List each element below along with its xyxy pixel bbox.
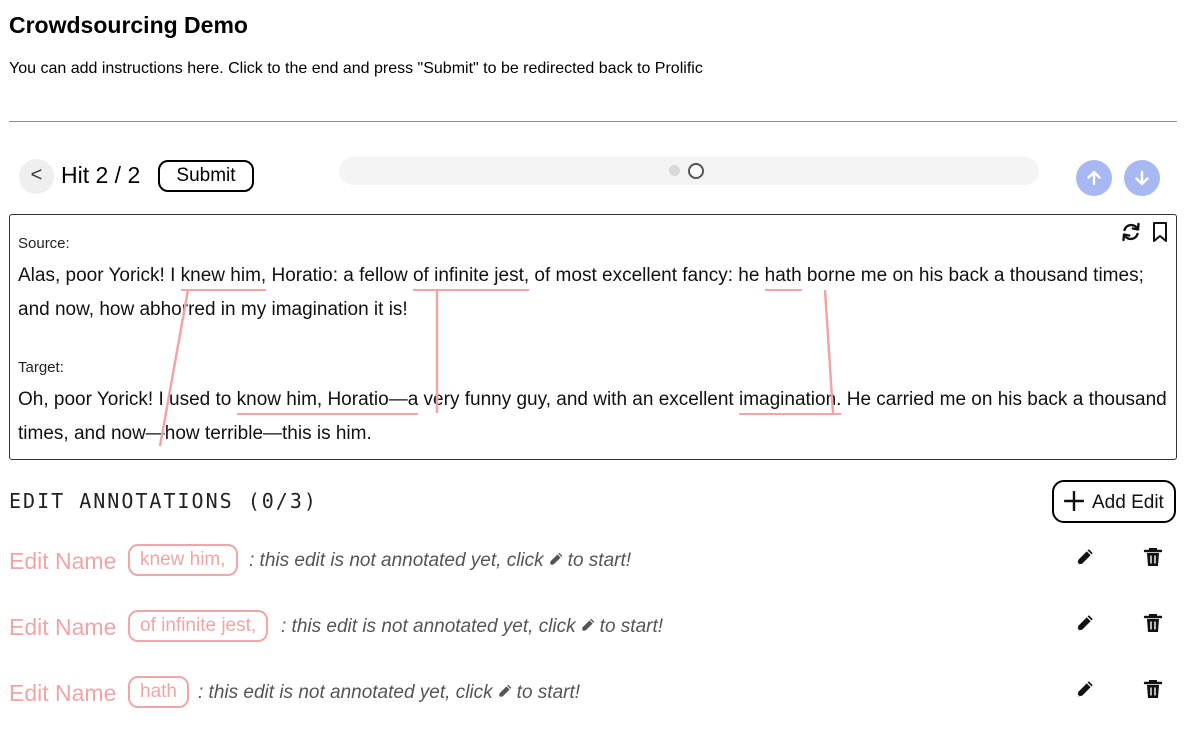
scroll-down-button[interactable] [1124,160,1160,196]
source-label: Source: [18,235,70,252]
prev-hit-button[interactable]: < [19,159,54,194]
pencil-icon [579,616,597,640]
hit-counter: Hit 2 / 2 [61,162,141,188]
source-span[interactable]: knew him, [181,265,267,286]
instructions-text: You can add instructions here. Click to … [9,60,703,77]
target-text[interactable]: Oh, poor Yorick! I used to know him, Hor… [18,383,1168,451]
arrow-down-icon [1135,170,1149,186]
target-span[interactable]: know him, Horatio—a [237,389,419,410]
trash-icon[interactable] [1143,612,1163,639]
edit-row: Edit Name knew him, : this edit is not ann… [9,544,1179,584]
edit-span-chip[interactable]: knew him, [128,544,238,576]
edit-annotation-icon[interactable] [1074,546,1096,573]
edit-status-text: : this edit is not annotated yet, click [198,682,493,703]
bookmark-icon[interactable] [1151,221,1169,243]
arrow-up-icon [1087,170,1101,186]
refresh-icon[interactable] [1120,221,1142,243]
edit-name-label[interactable]: Edit Name [9,680,116,707]
trash-icon[interactable] [1143,546,1163,573]
source-span[interactable]: hath [765,265,802,286]
source-text-segment: Alas, poor Yorick! I [18,265,181,286]
edit-status-message: : this edit is not annotated yet, click t… [281,616,663,640]
edit-status-text: : this edit is not annotated yet, click [281,616,576,637]
source-text-segment: of most excellent fancy: he [529,265,765,286]
pencil-icon [496,682,514,706]
target-text-segment: He carried me on his back a [841,389,1089,410]
target-text-segment: very funny guy, and with an excellent [418,389,739,410]
edit-row: Edit Name of infinite jest, : this edit is… [9,610,1179,650]
annotations-heading: EDIT ANNOTATIONS (0/3) [9,489,318,513]
edit-status-text-end: to start! [516,682,581,703]
edit-status-text-end: to start! [599,616,664,637]
edit-span-chip[interactable]: hath [128,676,189,708]
edit-row: Edit Name hath : this edit is not annotate… [9,676,1179,716]
scroll-up-button[interactable] [1076,160,1112,196]
edit-status-message: : this edit is not annotated yet, click t… [249,550,631,574]
edit-name-label[interactable]: Edit Name [9,548,116,575]
target-text-segment: Oh, poor Yorick! I used to [18,389,237,410]
add-edit-label: Add Edit [1092,492,1164,513]
edit-annotation-icon[interactable] [1074,612,1096,639]
plus-icon [1064,491,1084,511]
target-label: Target: [18,359,64,376]
header-divider [9,121,1177,122]
source-span[interactable]: of infinite jest, [413,265,529,286]
edit-status-message: : this edit is not annotated yet, click t… [198,682,580,706]
add-edit-button[interactable]: Add Edit [1052,480,1176,523]
trash-icon[interactable] [1143,678,1163,705]
edit-status-text: : this edit is not annotated yet, click [249,550,544,571]
submit-button[interactable]: Submit [158,160,254,192]
edit-span-chip[interactable]: of infinite jest, [128,610,269,642]
target-span[interactable]: imagination. [739,389,841,410]
progress-dot-1[interactable] [669,165,680,176]
target-text-segment: and now—how terrible—this is him. [68,423,372,444]
edit-status-text-end: to start! [567,550,632,571]
source-text-segment: Horatio: a fellow [266,265,413,286]
edit-annotation-icon[interactable] [1074,678,1096,705]
edit-name-label[interactable]: Edit Name [9,614,116,641]
page-title: Crowdsourcing Demo [9,12,248,38]
source-text[interactable]: Alas, poor Yorick! I knew him, Horatio: … [18,259,1168,327]
progress-dot-2-current[interactable] [688,163,704,179]
pencil-icon [547,550,565,574]
